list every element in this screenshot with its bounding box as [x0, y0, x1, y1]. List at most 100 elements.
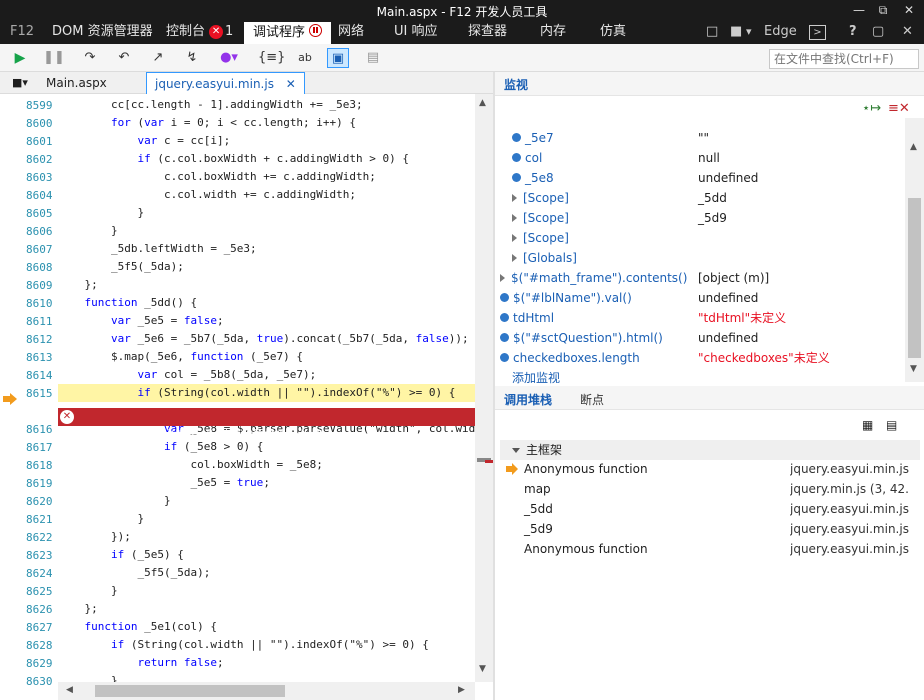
callstack-row[interactable]: _5d9 jquery.easyui.min.js... — [495, 519, 910, 539]
line-number[interactable]: 8606 — [26, 225, 56, 238]
watch-scroll-down-icon[interactable]: ▼ — [910, 364, 917, 374]
find-in-files-input[interactable] — [769, 49, 919, 69]
line-number[interactable]: 8618 — [26, 459, 56, 472]
close-icon[interactable]: ✕ — [894, 0, 924, 22]
scroll-left-icon[interactable]: ◀ — [66, 685, 73, 695]
watch-row[interactable]: $("#math_frame").contents() [object (m)] — [500, 268, 900, 288]
tab-f12[interactable]: F12 — [2, 22, 42, 44]
show-native-code-icon[interactable]: ▤ — [886, 418, 897, 432]
line-number[interactable]: 8613 — [26, 351, 56, 364]
watch-row[interactable]: col null — [512, 148, 900, 168]
split-icon[interactable]: ■ — [730, 22, 742, 44]
watch-row[interactable]: [Scope] — [512, 228, 900, 248]
tab-dom-explorer[interactable]: DOM 资源管理器 — [44, 22, 161, 44]
line-number[interactable]: 8626 — [26, 603, 56, 616]
open-document-icon[interactable]: ■▾ — [4, 72, 36, 94]
line-number[interactable]: 8599 — [26, 99, 56, 112]
tab-breakpoints[interactable]: 断点 — [580, 391, 604, 408]
break-icon[interactable]: ❚❚ — [43, 48, 65, 68]
line-number[interactable]: 8627 — [26, 621, 56, 634]
watch-scrollbar[interactable]: ▲ ▼ — [905, 118, 924, 382]
callstack-row[interactable]: Anonymous function jquery.easyui.min.js..… — [495, 459, 910, 479]
just-my-code-icon[interactable]: ▣ — [327, 48, 349, 68]
expand-icon[interactable] — [512, 254, 517, 262]
line-number[interactable]: 8620 — [26, 495, 56, 508]
word-wrap-icon[interactable]: ab — [294, 48, 316, 68]
tab-ui-responsiveness[interactable]: UI 响应 — [386, 22, 445, 44]
watch-row[interactable]: tdHtml "tdHtml"未定义 — [500, 308, 900, 328]
watch-row[interactable]: [Globals] — [512, 248, 900, 268]
watch-row[interactable]: $("#lblName").val() undefined — [500, 288, 900, 308]
console-toggle-icon[interactable]: > — [809, 25, 826, 40]
tab-console[interactable]: 控制台 ✕ 1 — [158, 22, 241, 44]
close-file-icon[interactable]: ✕ — [286, 77, 296, 91]
line-number[interactable]: 8616 — [26, 423, 56, 436]
line-number[interactable]: 8602 — [26, 153, 56, 166]
watch-row[interactable]: [Scope] _5dd — [512, 188, 900, 208]
line-number[interactable]: 8605 — [26, 207, 56, 220]
line-number[interactable]: 8607 — [26, 243, 56, 256]
file-tab-main-aspx[interactable]: Main.aspx — [38, 72, 115, 94]
watch-row[interactable]: _5e7 "" — [512, 128, 900, 148]
tab-profiler[interactable]: 探查器 — [460, 22, 515, 44]
line-number[interactable]: 8604 — [26, 189, 56, 202]
watch-row[interactable]: checkedboxes.length "checkedboxes"未定义 — [500, 348, 900, 368]
line-number[interactable]: 8621 — [26, 513, 56, 526]
line-number[interactable]: 8615 — [26, 387, 56, 400]
tab-callstack[interactable]: 调用堆栈 — [504, 391, 552, 408]
tab-debugger[interactable]: 调试程序 — [244, 22, 332, 44]
frame-group-header[interactable]: 主框架 — [500, 440, 920, 460]
exception-behavior-icon[interactable]: ●▾ — [218, 48, 240, 68]
code-horizontal-scrollbar[interactable]: ◀ ▶ — [58, 682, 475, 700]
add-watch-icon[interactable]: ⋆↦ — [862, 101, 881, 116]
tab-memory[interactable]: 内存 — [532, 22, 574, 44]
line-number[interactable]: 8608 — [26, 261, 56, 274]
tab-network[interactable]: 网络 — [330, 22, 372, 44]
callstack-row[interactable]: map jquery.min.js (3, 42... — [495, 479, 910, 499]
line-number[interactable]: 8600 — [26, 117, 56, 130]
callstack-row[interactable]: _5dd jquery.easyui.min.js... — [495, 499, 910, 519]
watch-scroll-up-icon[interactable]: ▲ — [910, 142, 917, 152]
watch-row[interactable]: _5e8 undefined — [512, 168, 900, 188]
pin-icon[interactable]: □ — [706, 22, 718, 44]
line-number[interactable]: 8601 — [26, 135, 56, 148]
line-number[interactable]: 8619 — [26, 477, 56, 490]
dropdown-icon[interactable]: ▾ — [746, 22, 752, 44]
browser-mode[interactable]: Edge — [764, 22, 797, 44]
file-tab-jquery-easyui[interactable]: jquery.easyui.min.js ✕ — [146, 72, 305, 94]
scroll-up-icon[interactable]: ▲ — [479, 98, 486, 108]
pretty-print-icon[interactable]: {≡} — [258, 48, 285, 68]
line-number[interactable]: 8610 — [26, 297, 56, 310]
expand-icon[interactable] — [500, 274, 505, 282]
watch-scroll-thumb[interactable] — [908, 198, 921, 358]
line-number[interactable]: 8630 — [26, 675, 56, 688]
source-maps-icon[interactable]: ▤ — [362, 48, 384, 68]
line-number[interactable]: 8625 — [26, 585, 56, 598]
tab-emulation[interactable]: 仿真 — [592, 22, 634, 44]
line-number[interactable]: 8617 — [26, 441, 56, 454]
code-vertical-scrollbar[interactable]: ▲ ▼ — [475, 94, 493, 682]
line-number[interactable]: 8612 — [26, 333, 56, 346]
close-devtools-icon[interactable]: ✕ — [902, 22, 913, 44]
line-number[interactable]: 8629 — [26, 657, 56, 670]
scroll-down-icon[interactable]: ▼ — [479, 664, 486, 674]
add-watch-link[interactable]: 添加监视 — [512, 368, 560, 388]
step-over-icon[interactable]: ↶ — [113, 48, 135, 68]
line-number[interactable]: 8624 — [26, 567, 56, 580]
continue-icon[interactable]: ▶ — [9, 48, 31, 68]
step-out-icon[interactable]: ↗ — [147, 48, 169, 68]
scroll-right-icon[interactable]: ▶ — [458, 685, 465, 695]
line-number[interactable]: 8609 — [26, 279, 56, 292]
watch-row[interactable]: $("#sctQuestion").html() undefined — [500, 328, 900, 348]
help-icon[interactable]: ? — [849, 22, 857, 44]
line-number[interactable]: 8622 — [26, 531, 56, 544]
line-number[interactable]: 8628 — [26, 639, 56, 652]
step-into-icon[interactable]: ↷ — [79, 48, 101, 68]
expand-icon[interactable] — [512, 214, 517, 222]
code-editor[interactable]: cc[cc.length - 1].addingWidth += _5e3; f… — [58, 94, 475, 682]
copy-callstack-icon[interactable]: ▦ — [862, 418, 873, 432]
line-number[interactable]: 8611 — [26, 315, 56, 328]
callstack-row[interactable]: Anonymous function jquery.easyui.min.js..… — [495, 539, 910, 559]
watch-title[interactable]: 监视 — [504, 76, 528, 93]
line-number[interactable]: 8614 — [26, 369, 56, 382]
